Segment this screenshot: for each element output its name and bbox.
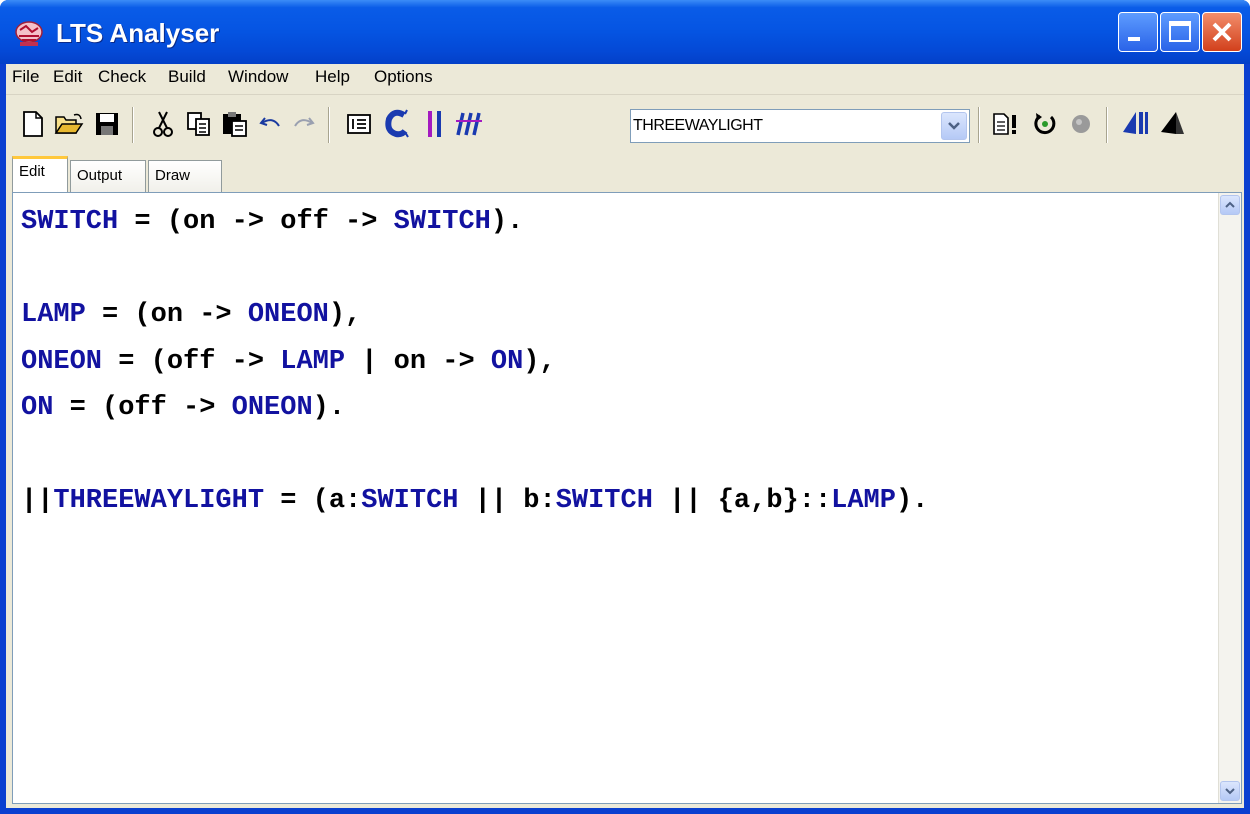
code-identifier: ONEON bbox=[21, 346, 103, 377]
alphabet-icon[interactable] bbox=[344, 109, 374, 139]
new-file-icon[interactable] bbox=[18, 109, 48, 139]
paste-icon[interactable] bbox=[220, 109, 250, 139]
code-token: ). bbox=[312, 393, 346, 423]
minimise-icon[interactable] bbox=[454, 109, 484, 139]
code-line: LAMP = (on -> ONEON), bbox=[21, 292, 928, 339]
code-line: ONEON = (off -> LAMP | on -> ON), bbox=[21, 339, 928, 386]
compile-icon[interactable] bbox=[382, 109, 412, 139]
cut-icon[interactable] bbox=[148, 109, 178, 139]
code-identifier: LAMP bbox=[831, 486, 896, 516]
maximize-button[interactable] bbox=[1160, 12, 1200, 52]
toolbar: THREEWAYLIGHT bbox=[6, 94, 1244, 155]
toolbar-separator bbox=[978, 107, 980, 143]
window-title: LTS Analyser bbox=[56, 18, 220, 48]
toolbar-separator bbox=[1106, 107, 1108, 143]
code-token: ), bbox=[523, 346, 556, 377]
code-identifier: SWITCH bbox=[555, 486, 653, 516]
code-token: ), bbox=[328, 300, 362, 330]
code-identifier: SWITCH bbox=[361, 486, 459, 516]
parallel-compose-icon[interactable] bbox=[420, 109, 450, 139]
minimize-button[interactable] bbox=[1118, 12, 1158, 52]
blue-arrow-icon[interactable] bbox=[1120, 109, 1150, 139]
code-token: || bbox=[21, 486, 54, 516]
code-line: SWITCH = (on -> off -> SWITCH). bbox=[21, 199, 928, 246]
menu-bar: File Edit Check Build Window Help Option… bbox=[6, 64, 1244, 94]
tab-edit[interactable]: Edit bbox=[12, 156, 68, 192]
tab-draw[interactable]: Draw bbox=[148, 160, 222, 192]
code-identifier: LAMP bbox=[21, 300, 86, 330]
black-arrow-icon[interactable] bbox=[1158, 109, 1188, 139]
toolbar-separator bbox=[328, 107, 330, 143]
toolbar-separator bbox=[132, 107, 134, 143]
code-identifier: ON bbox=[490, 346, 524, 377]
code-token: || b: bbox=[458, 486, 556, 516]
menu-build[interactable]: Build bbox=[168, 67, 206, 87]
code-token: = (off -> bbox=[53, 393, 232, 423]
code-identifier: SWITCH bbox=[393, 207, 491, 237]
code-token: || {a,b}:: bbox=[652, 486, 832, 516]
tab-edit-label: Edit bbox=[19, 163, 45, 180]
scroll-up-icon[interactable] bbox=[1220, 195, 1240, 215]
code-identifier: THREEWAYLIGHT bbox=[53, 486, 265, 516]
open-folder-icon[interactable] bbox=[54, 109, 84, 139]
menu-options[interactable]: Options bbox=[374, 67, 433, 87]
code-token: | on -> bbox=[345, 346, 491, 377]
tab-output-label: Output bbox=[77, 167, 123, 184]
menu-edit[interactable]: Edit bbox=[53, 67, 82, 87]
code-line: ||THREEWAYLIGHT = (a:SWITCH || b:SWITCH … bbox=[21, 478, 928, 525]
code-token: ). bbox=[490, 207, 524, 237]
code-token: = (on -> bbox=[85, 300, 248, 330]
title-bar[interactable]: LTS Analyser bbox=[0, 0, 1250, 64]
code-identifier: LAMP bbox=[280, 346, 346, 377]
save-icon[interactable] bbox=[92, 109, 122, 139]
code-identifier: ONEON bbox=[231, 393, 313, 423]
scroll-down-icon[interactable] bbox=[1220, 781, 1240, 801]
code-line: ON = (off -> ONEON). bbox=[21, 385, 928, 432]
check-safety-icon[interactable] bbox=[992, 109, 1022, 139]
menu-check[interactable]: Check bbox=[98, 67, 146, 87]
code-text[interactable]: SWITCH = (on -> off -> SWITCH). LAMP = (… bbox=[21, 199, 928, 525]
code-token: ). bbox=[895, 486, 929, 516]
vertical-scrollbar[interactable] bbox=[1218, 193, 1241, 803]
code-editor[interactable]: SWITCH = (on -> off -> SWITCH). LAMP = (… bbox=[12, 192, 1242, 804]
menu-file[interactable]: File bbox=[12, 67, 39, 87]
app-window: LTS Analyser File Edit Check Build Windo… bbox=[0, 0, 1250, 814]
tab-output[interactable]: Output bbox=[70, 160, 146, 192]
code-identifier: SWITCH bbox=[21, 207, 119, 237]
menu-help[interactable]: Help bbox=[315, 67, 350, 87]
tab-strip: Edit Output Draw bbox=[6, 154, 1244, 192]
copy-icon[interactable] bbox=[184, 109, 214, 139]
tab-draw-label: Draw bbox=[155, 167, 191, 184]
redo-icon[interactable] bbox=[288, 109, 318, 139]
lts-app-icon bbox=[14, 20, 44, 48]
menu-window[interactable]: Window bbox=[228, 67, 288, 87]
code-identifier: ONEON bbox=[247, 300, 329, 330]
chevron-down-icon[interactable] bbox=[941, 112, 967, 140]
code-token: = (a: bbox=[264, 486, 362, 516]
code-identifier: ON bbox=[21, 393, 54, 423]
close-button[interactable] bbox=[1202, 12, 1242, 52]
target-combobox[interactable]: THREEWAYLIGHT bbox=[630, 109, 970, 143]
code-token: = (on -> off -> bbox=[118, 207, 394, 237]
client-area: File Edit Check Build Window Help Option… bbox=[6, 64, 1244, 808]
undo-icon[interactable] bbox=[256, 109, 286, 139]
code-token: = (off -> bbox=[102, 346, 281, 377]
stop-icon[interactable] bbox=[1066, 109, 1096, 139]
target-combobox-value: THREEWAYLIGHT bbox=[633, 117, 763, 134]
run-icon[interactable] bbox=[1030, 109, 1060, 139]
